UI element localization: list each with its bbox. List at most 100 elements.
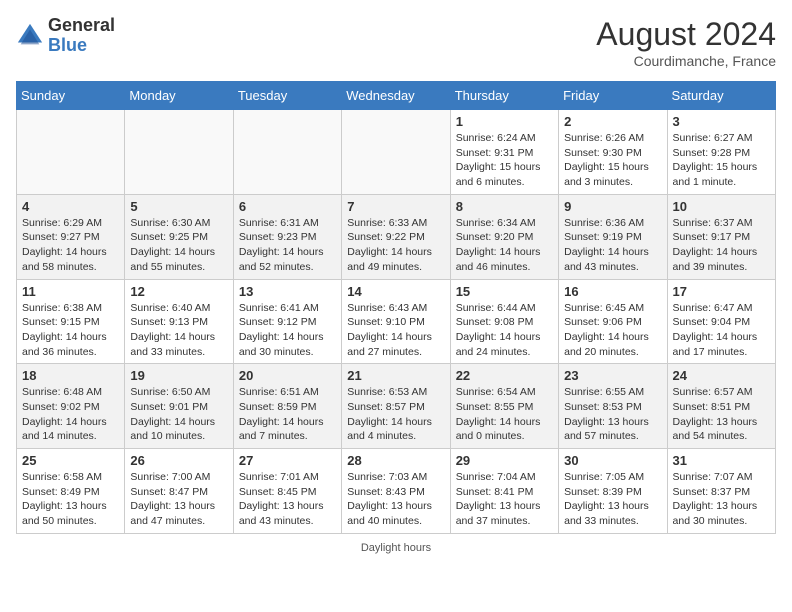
month-year-title: August 2024 [596, 16, 776, 53]
day-info: Sunrise: 6:34 AM Sunset: 9:20 PM Dayligh… [456, 216, 553, 275]
calendar-cell: 23 Sunrise: 6:55 AM Sunset: 8:53 PM Dayli… [559, 364, 667, 449]
day-info: Sunrise: 6:43 AM Sunset: 9:10 PM Dayligh… [347, 301, 444, 360]
calendar-week-1: 1 Sunrise: 6:24 AM Sunset: 9:31 PM Daylig… [17, 110, 776, 195]
calendar-cell: 25 Sunrise: 6:58 AM Sunset: 8:49 PM Dayli… [17, 449, 125, 534]
day-number: 8 [456, 199, 553, 214]
logo-text: General Blue [48, 16, 115, 56]
day-number: 27 [239, 453, 336, 468]
calendar-cell: 4Sunrise: 6:29 AM Sunset: 9:27 PM Daylig… [17, 194, 125, 279]
calendar-cell: 7 Sunrise: 6:33 AM Sunset: 9:22 PM Daylig… [342, 194, 450, 279]
logo: General Blue [16, 16, 115, 56]
calendar-week-3: 11 Sunrise: 6:38 AM Sunset: 9:15 PM Dayli… [17, 279, 776, 364]
day-number: 23 [564, 368, 661, 383]
day-number: 25 [22, 453, 119, 468]
footer-note: Daylight hours [16, 542, 776, 554]
day-number: 2 [564, 114, 661, 129]
weekday-saturday: Saturday [667, 82, 775, 110]
calendar-cell: 9 Sunrise: 6:36 AM Sunset: 9:19 PM Daylig… [559, 194, 667, 279]
day-info: Sunrise: 6:24 AM Sunset: 9:31 PM Dayligh… [456, 131, 553, 190]
logo-icon [16, 22, 44, 50]
calendar-cell: 6 Sunrise: 6:31 AM Sunset: 9:23 PM Daylig… [233, 194, 341, 279]
day-number: 14 [347, 284, 444, 299]
logo-blue-text: Blue [48, 36, 115, 56]
day-info: Sunrise: 6:48 AM Sunset: 9:02 PM Dayligh… [22, 385, 119, 444]
day-info: Sunrise: 7:05 AM Sunset: 8:39 PM Dayligh… [564, 470, 661, 529]
day-info: Sunrise: 6:53 AM Sunset: 8:57 PM Dayligh… [347, 385, 444, 444]
day-number: 21 [347, 368, 444, 383]
calendar-header: Sunday Monday Tuesday Wednesday Thursday… [17, 82, 776, 110]
calendar-cell: 29 Sunrise: 7:04 AM Sunset: 8:41 PM Dayli… [450, 449, 558, 534]
day-info: Sunrise: 6:54 AM Sunset: 8:55 PM Dayligh… [456, 385, 553, 444]
day-number: 7 [347, 199, 444, 214]
weekday-friday: Friday [559, 82, 667, 110]
day-number: 13 [239, 284, 336, 299]
calendar-cell: 11 Sunrise: 6:38 AM Sunset: 9:15 PM Dayli… [17, 279, 125, 364]
day-number: 22 [456, 368, 553, 383]
day-number: 24 [673, 368, 770, 383]
day-number: 17 [673, 284, 770, 299]
day-number: 29 [456, 453, 553, 468]
calendar-cell: 14 Sunrise: 6:43 AM Sunset: 9:10 PM Dayli… [342, 279, 450, 364]
calendar-cell: 12Sunrise: 6:40 AM Sunset: 9:13 PM Dayli… [125, 279, 233, 364]
day-info: Sunrise: 7:01 AM Sunset: 8:45 PM Dayligh… [239, 470, 336, 529]
calendar-cell [125, 110, 233, 195]
day-info: Sunrise: 6:37 AM Sunset: 9:17 PM Dayligh… [673, 216, 770, 275]
calendar-week-4: 18 Sunrise: 6:48 AM Sunset: 9:02 PM Dayli… [17, 364, 776, 449]
day-number: 18 [22, 368, 119, 383]
calendar-cell: 17 Sunrise: 6:47 AM Sunset: 9:04 PM Dayli… [667, 279, 775, 364]
day-info: Sunrise: 6:36 AM Sunset: 9:19 PM Dayligh… [564, 216, 661, 275]
calendar-cell: 24Sunrise: 6:57 AM Sunset: 8:51 PM Dayli… [667, 364, 775, 449]
day-number: 30 [564, 453, 661, 468]
day-info: Sunrise: 6:55 AM Sunset: 8:53 PM Dayligh… [564, 385, 661, 444]
page-header: General Blue August 2024 Courdimanche, F… [16, 16, 776, 69]
calendar-cell: 28Sunrise: 7:03 AM Sunset: 8:43 PM Dayli… [342, 449, 450, 534]
weekday-monday: Monday [125, 82, 233, 110]
day-info: Sunrise: 6:58 AM Sunset: 8:49 PM Dayligh… [22, 470, 119, 529]
calendar-cell: 21 Sunrise: 6:53 AM Sunset: 8:57 PM Dayli… [342, 364, 450, 449]
day-info: Sunrise: 7:07 AM Sunset: 8:37 PM Dayligh… [673, 470, 770, 529]
weekday-sunday: Sunday [17, 82, 125, 110]
calendar-cell: 2 Sunrise: 6:26 AM Sunset: 9:30 PM Daylig… [559, 110, 667, 195]
day-info: Sunrise: 7:04 AM Sunset: 8:41 PM Dayligh… [456, 470, 553, 529]
day-info: Sunrise: 6:38 AM Sunset: 9:15 PM Dayligh… [22, 301, 119, 360]
day-number: 4 [22, 199, 119, 214]
day-number: 31 [673, 453, 770, 468]
calendar-body: 1 Sunrise: 6:24 AM Sunset: 9:31 PM Daylig… [17, 110, 776, 534]
calendar-cell: 26Sunrise: 7:00 AM Sunset: 8:47 PM Dayli… [125, 449, 233, 534]
calendar-cell: 30 Sunrise: 7:05 AM Sunset: 8:39 PM Dayli… [559, 449, 667, 534]
day-number: 15 [456, 284, 553, 299]
day-info: Sunrise: 6:31 AM Sunset: 9:23 PM Dayligh… [239, 216, 336, 275]
day-info: Sunrise: 6:33 AM Sunset: 9:22 PM Dayligh… [347, 216, 444, 275]
calendar-cell: 16Sunrise: 6:45 AM Sunset: 9:06 PM Dayli… [559, 279, 667, 364]
calendar-cell: 20Sunrise: 6:51 AM Sunset: 8:59 PM Dayli… [233, 364, 341, 449]
day-number: 9 [564, 199, 661, 214]
day-number: 20 [239, 368, 336, 383]
calendar-cell: 10 Sunrise: 6:37 AM Sunset: 9:17 PM Dayli… [667, 194, 775, 279]
weekday-wednesday: Wednesday [342, 82, 450, 110]
day-number: 10 [673, 199, 770, 214]
day-info: Sunrise: 6:44 AM Sunset: 9:08 PM Dayligh… [456, 301, 553, 360]
day-number: 6 [239, 199, 336, 214]
location-subtitle: Courdimanche, France [596, 53, 776, 69]
calendar-cell: 15 Sunrise: 6:44 AM Sunset: 9:08 PM Dayli… [450, 279, 558, 364]
weekday-row: Sunday Monday Tuesday Wednesday Thursday… [17, 82, 776, 110]
day-number: 1 [456, 114, 553, 129]
day-info: Sunrise: 6:27 AM Sunset: 9:28 PM Dayligh… [673, 131, 770, 190]
weekday-tuesday: Tuesday [233, 82, 341, 110]
weekday-thursday: Thursday [450, 82, 558, 110]
calendar-cell: 27 Sunrise: 7:01 AM Sunset: 8:45 PM Dayli… [233, 449, 341, 534]
day-info: Sunrise: 6:26 AM Sunset: 9:30 PM Dayligh… [564, 131, 661, 190]
logo-general-text: General [48, 16, 115, 36]
calendar-cell: 22 Sunrise: 6:54 AM Sunset: 8:55 PM Dayli… [450, 364, 558, 449]
day-number: 16 [564, 284, 661, 299]
day-number: 3 [673, 114, 770, 129]
day-info: Sunrise: 6:47 AM Sunset: 9:04 PM Dayligh… [673, 301, 770, 360]
calendar-cell: 8 Sunrise: 6:34 AM Sunset: 9:20 PM Daylig… [450, 194, 558, 279]
day-number: 28 [347, 453, 444, 468]
calendar-cell: 3 Sunrise: 6:27 AM Sunset: 9:28 PM Daylig… [667, 110, 775, 195]
calendar-cell: 5Sunrise: 6:30 AM Sunset: 9:25 PM Daylig… [125, 194, 233, 279]
calendar-cell: 18 Sunrise: 6:48 AM Sunset: 9:02 PM Dayli… [17, 364, 125, 449]
day-number: 12 [130, 284, 227, 299]
day-number: 11 [22, 284, 119, 299]
title-block: August 2024 Courdimanche, France [596, 16, 776, 69]
